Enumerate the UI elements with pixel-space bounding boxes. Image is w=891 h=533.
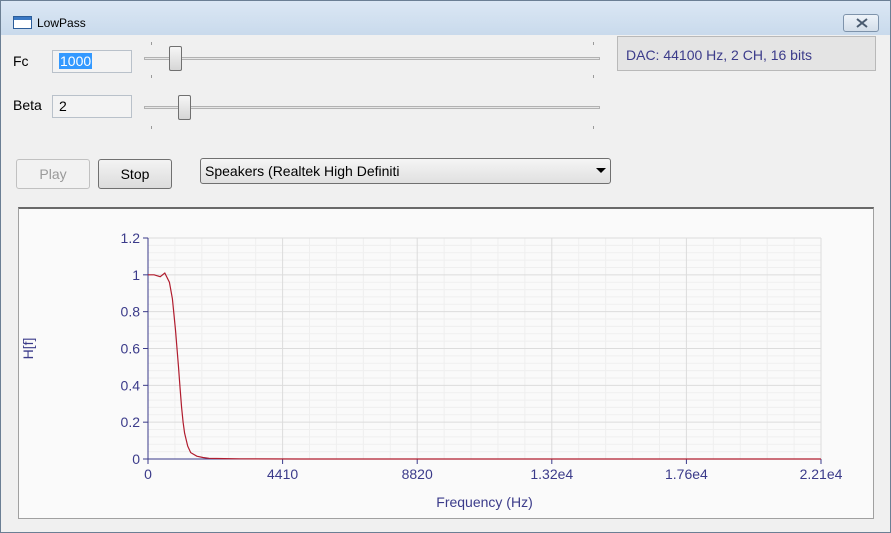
app-window: LowPass Fc 1000 Beta 2 DAC: 44100 Hz, 2 … [0,0,891,533]
dac-status: DAC: 44100 Hz, 2 CH, 16 bits [617,36,876,71]
beta-value: 2 [59,98,67,114]
title-bar[interactable]: LowPass [1,1,890,35]
close-button[interactable] [843,14,879,32]
frequency-response-plot: 0 4410 8820 1.32e4 1.76e4 2.21e4 0 0.2 0.4 0.6 0.8… [18,207,874,519]
x-tick-label: 1.32e4 [530,466,573,482]
chart-svg: 0 4410 8820 1.32e4 1.76e4 2.21e4 0 0.2 0.4 0.6 0.8… [20,230,843,510]
y-tick-label: 0.2 [121,414,141,430]
y-tick-label: 1 [132,267,140,283]
x-tick-label: 8820 [402,466,433,482]
fc-value: 1000 [59,53,93,69]
y-tick-label: 0.4 [121,377,141,393]
beta-slider-thumb[interactable] [177,95,191,120]
window-title: LowPass [37,16,86,30]
x-axis-label: Frequency (Hz) [436,494,532,510]
y-tick-label: 0.6 [121,341,141,357]
client-area: Fc 1000 Beta 2 DAC: 44100 Hz, 2 CH, 16 b… [7,36,884,526]
close-icon [856,18,868,28]
y-tick-label: 0 [132,451,140,467]
y-tick-label: 1.2 [121,230,141,246]
x-tick-label: 2.21e4 [800,466,843,482]
output-device-value: Speakers (Realtek High Definiti [205,163,400,179]
y-axis-label: H[f] [20,338,36,360]
play-button[interactable]: Play [16,159,90,189]
x-tick-label: 0 [144,466,152,482]
fc-label: Fc [13,53,29,69]
beta-label: Beta [13,97,42,113]
beta-input[interactable]: 2 [52,95,132,118]
stop-button[interactable]: Stop [98,159,172,189]
x-tick-label: 4410 [267,466,298,482]
x-tick-label: 1.76e4 [665,466,708,482]
fc-slider-thumb[interactable] [169,46,182,71]
app-icon [13,16,32,29]
response-curve [148,272,821,460]
fc-input[interactable]: 1000 [52,50,132,73]
y-tick-label: 0.8 [121,304,141,320]
output-device-select[interactable]: Speakers (Realtek High Definiti [200,158,611,184]
chevron-down-icon [596,168,606,173]
